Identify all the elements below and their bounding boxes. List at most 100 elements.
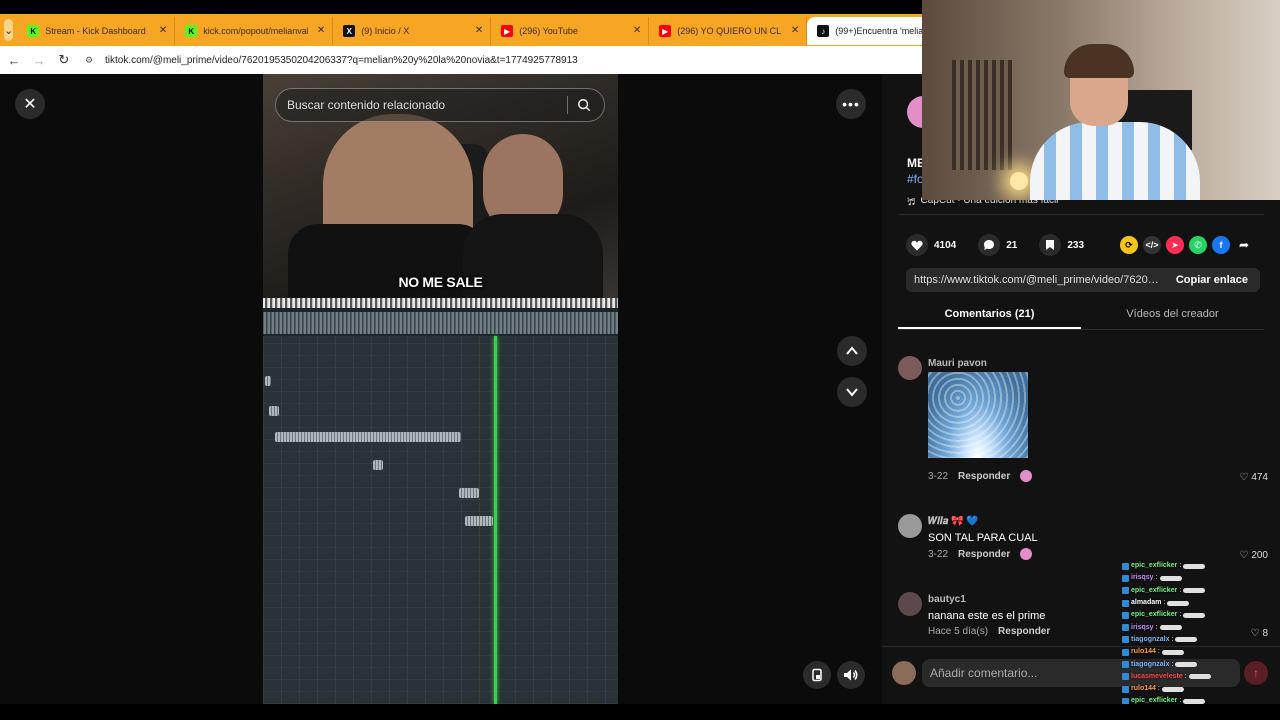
chat-username[interactable]: tiagognzalx <box>1131 634 1170 646</box>
embed-icon[interactable]: </> <box>1143 236 1161 254</box>
like-count: 4104 <box>934 239 957 251</box>
video-stage: ✕ ••• NO ME SALE <box>0 74 882 704</box>
reply-button[interactable]: Responder <box>958 549 1010 560</box>
tab-comments[interactable]: Comentarios (21) <box>898 302 1081 329</box>
chat-username[interactable]: epic_exflicker <box>1131 560 1177 572</box>
tab-favicon-icon: X <box>343 25 356 37</box>
previous-video-button[interactable] <box>837 336 867 366</box>
close-icon[interactable]: ✕ <box>15 89 45 119</box>
repost-icon[interactable]: ⟳ <box>1120 236 1138 254</box>
chat-message: almadam: <box>1122 597 1272 609</box>
more-options-icon[interactable]: ••• <box>836 89 866 119</box>
comment-bubble-icon[interactable] <box>978 234 1001 256</box>
bookmark-icon[interactable] <box>1039 234 1062 256</box>
volume-button[interactable] <box>837 661 865 689</box>
chat-username[interactable]: irisqsy <box>1131 572 1154 584</box>
chat-badge-icon <box>1122 661 1129 669</box>
tab-favicon-icon: K <box>27 25 40 37</box>
comment-like[interactable]: ♡ 474 <box>1239 472 1268 483</box>
commenter-name[interactable]: Mauri pavon <box>928 358 987 369</box>
chat-username[interactable]: rulo144 <box>1131 646 1156 658</box>
facebook-icon[interactable]: f <box>1212 236 1230 254</box>
send-icon[interactable]: ➤ <box>1166 236 1184 254</box>
comment-meta: 3-22 Responder <box>928 470 1033 482</box>
video-player[interactable]: NO ME SALE <box>263 74 618 704</box>
chat-message: epic_exflicker: <box>1122 560 1272 572</box>
search-icon[interactable] <box>577 98 591 112</box>
tab-close-icon[interactable]: ✕ <box>317 25 325 36</box>
chat-message: lucasmeveleste: <box>1122 671 1272 683</box>
chat-username[interactable]: epic_exflicker <box>1131 585 1177 597</box>
tab-close-icon[interactable]: ✕ <box>791 25 799 36</box>
comment-meta: 3-22 Responder <box>928 548 1033 560</box>
forward-arrow-icon[interactable]: → <box>28 53 50 68</box>
reply-button[interactable]: Responder <box>998 626 1050 637</box>
tab-favicon-icon: ▶ <box>501 25 514 37</box>
chat-emote-icon <box>1183 588 1206 594</box>
tab-close-icon[interactable]: ✕ <box>159 25 167 36</box>
video-link-text[interactable]: https://www.tiktok.com/@meli_prime/video… <box>914 274 1160 286</box>
reload-icon[interactable]: ↻ <box>53 52 75 68</box>
browser-tab[interactable]: ▶ (296) YouTube ✕ <box>491 17 650 45</box>
tab-title: (296) YouTube <box>519 26 578 36</box>
chat-emote-icon <box>1175 637 1198 643</box>
commenter-name[interactable]: bautyc1 <box>928 594 966 605</box>
heart-outline-icon[interactable]: ♡ <box>1239 472 1248 483</box>
daw-grid <box>263 336 618 704</box>
bottom-bar <box>0 704 1280 720</box>
chat-separator: : <box>1157 685 1160 693</box>
comment-stat[interactable]: 21 <box>978 234 1017 256</box>
video-caption: NO ME SALE <box>398 274 483 290</box>
next-video-button[interactable] <box>837 377 867 407</box>
chat-emote-icon <box>1159 625 1182 631</box>
chat-message: rulo144: <box>1122 646 1272 658</box>
related-search-box[interactable] <box>275 88 605 122</box>
commenter-avatar[interactable] <box>898 514 922 538</box>
chat-username[interactable]: lucasmeveleste <box>1131 671 1183 683</box>
chat-emote-icon <box>1183 612 1206 618</box>
whatsapp-icon[interactable]: ✆ <box>1189 236 1207 254</box>
copy-link-button[interactable]: Copiar enlace <box>1176 274 1248 286</box>
comment-date: 3-22 <box>928 470 949 482</box>
commenter-name[interactable]: 𝑾𝒊𝒍𝒂 🎀 💙 <box>928 516 979 527</box>
related-search-input[interactable] <box>287 98 557 112</box>
tab-search-button[interactable]: ⌄ <box>4 19 14 41</box>
site-settings-icon[interactable]: ⚙ <box>85 55 97 65</box>
browser-tab[interactable]: Kkick.com/popout/melianvalen/chat ✕ <box>175 17 334 45</box>
share-arrow-icon[interactable]: ➦ <box>1235 236 1253 254</box>
browser-tab[interactable]: X (9) Inicio / X ✕ <box>333 17 492 45</box>
webcam-streamer-hair <box>1064 44 1134 78</box>
tab-title: (99+)Encuentra 'melian <box>835 26 929 36</box>
tab-creator-videos[interactable]: Vídeos del creador <box>1081 302 1264 329</box>
chat-username[interactable]: almadam <box>1131 597 1161 609</box>
commenter-avatar[interactable] <box>898 356 922 380</box>
chat-separator: : <box>1163 599 1166 607</box>
heart-icon[interactable] <box>906 234 928 256</box>
browser-tab[interactable]: K Stream - Kick Dashboard ✕ <box>17 17 176 45</box>
url-field[interactable]: ⚙ tiktok.com/@meli_prime/video/762019535… <box>85 55 578 66</box>
comment-like-count: 474 <box>1251 472 1268 483</box>
comment-date: Hace 5 día(s) <box>928 626 989 637</box>
comment-item: Mauri pavon 3-22 Responder ♡ 474 <box>898 356 1268 486</box>
like-stat[interactable]: 4104 <box>906 234 956 256</box>
browser-tab[interactable]: ▶ (296) YO QUIERO UN CLIP Y UN ✕ <box>649 17 808 45</box>
browser-address-bar: ← → ↻ ⚙ tiktok.com/@meli_prime/video/762… <box>0 46 922 74</box>
comment-item: 𝑾𝒊𝒍𝒂 🎀 💙 SON TAL PARA CUAL 3-22 Responde… <box>898 514 1268 562</box>
mini-player-button[interactable] <box>803 661 831 689</box>
back-arrow-icon[interactable]: ← <box>3 53 25 68</box>
chat-username[interactable]: rulo144 <box>1131 683 1156 695</box>
tab-title: (9) Inicio / X <box>361 26 410 36</box>
tab-close-icon[interactable]: ✕ <box>633 25 641 36</box>
webcam-radiator <box>952 60 1012 170</box>
chat-username[interactable]: irisqsy <box>1131 622 1154 634</box>
chat-username[interactable]: epic_exflicker <box>1131 609 1177 621</box>
comment-image[interactable] <box>928 372 1028 458</box>
tab-close-icon[interactable]: ✕ <box>475 25 483 36</box>
commenter-avatar[interactable] <box>898 592 922 616</box>
reply-button[interactable]: Responder <box>958 471 1010 482</box>
tab-favicon-icon: K <box>185 25 198 37</box>
mini-player-icon <box>812 668 822 682</box>
chat-username[interactable]: tiagognzalx <box>1131 659 1170 671</box>
chat-emote-icon <box>1161 649 1184 655</box>
save-stat[interactable]: 233 <box>1039 234 1084 256</box>
